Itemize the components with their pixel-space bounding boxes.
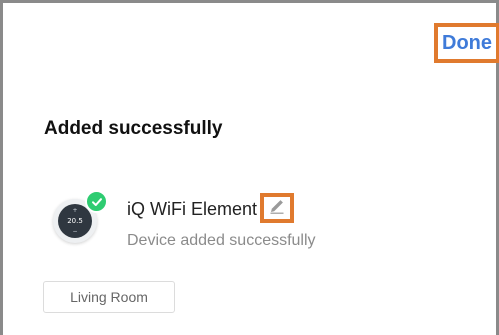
device-name: iQ WiFi Element — [127, 199, 258, 219]
page-title: Added successfully — [44, 118, 223, 139]
minus-glyph: − — [72, 228, 78, 235]
room-chip-living-room[interactable]: Living Room — [43, 281, 175, 313]
thermostat-reading: 20.5 — [67, 217, 83, 225]
dialog-frame: Done Added successfully + 20.5 − iQ WiFi… — [0, 0, 499, 335]
pencil-icon — [268, 197, 286, 220]
check-icon — [85, 190, 108, 213]
edit-name-button[interactable] — [260, 193, 294, 223]
device-status-text: Device added successfully — [127, 232, 316, 249]
room-chip-label: Living Room — [70, 289, 148, 305]
done-button[interactable]: Done — [434, 23, 499, 63]
